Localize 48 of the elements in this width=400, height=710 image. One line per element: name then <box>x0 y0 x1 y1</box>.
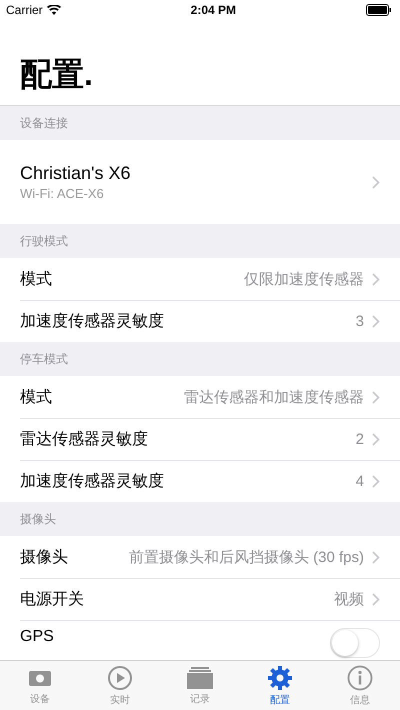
row-label: 电源开关 <box>20 590 84 610</box>
settings-row[interactable]: 加速度传感器灵敏度 4 <box>0 460 400 502</box>
row-label: 加速度传感器灵敏度 <box>20 312 164 332</box>
wifi-icon <box>46 5 61 15</box>
chevron-icon <box>372 390 380 404</box>
row-value: 3 <box>356 312 364 330</box>
row-label: GPS <box>20 628 54 646</box>
section-header: 行驶模式 <box>20 232 68 250</box>
row-value: 雷达传感器和加速度传感器 <box>184 388 364 406</box>
row-value: 视频 <box>334 590 364 608</box>
settings-row[interactable]: 雷达传感器灵敏度 2 <box>0 418 400 460</box>
row-value: 4 <box>356 472 364 490</box>
chevron-icon <box>372 176 380 188</box>
section-header: 摄像头 <box>20 510 56 528</box>
play-icon <box>107 664 133 690</box>
settings-icon <box>267 664 293 690</box>
battery-icon <box>366 4 392 16</box>
tab-item[interactable]: 配置 <box>240 661 320 710</box>
row-value: 2 <box>356 430 364 448</box>
settings-row[interactable]: 电源开关 视频 <box>0 578 400 620</box>
info-icon <box>347 664 373 690</box>
row-value: 仅限加速度传感器 <box>244 270 364 288</box>
chevron-icon <box>372 592 380 606</box>
device-row[interactable]: Christian's X6 Wi-Fi: ACE-X6 <box>0 140 400 224</box>
chevron-icon <box>372 314 380 328</box>
toggle-switch[interactable] <box>330 628 380 658</box>
chevron-icon <box>372 272 380 286</box>
page-title: 配置. <box>20 55 93 94</box>
carrier-label: Carrier <box>6 3 43 17</box>
device-subtitle: Wi-Fi: ACE-X6 <box>20 186 105 201</box>
chevron-icon <box>372 474 380 488</box>
row-label: 摄像头 <box>20 548 68 568</box>
chevron-icon <box>372 550 380 564</box>
section-header: 设备连接 <box>20 114 68 132</box>
row-label: 雷达传感器灵敏度 <box>20 430 148 450</box>
row-label: 模式 <box>20 270 52 290</box>
chevron-icon <box>372 432 380 446</box>
device-name: Christian's X6 <box>20 163 132 184</box>
settings-row[interactable]: 加速度传感器灵敏度 3 <box>0 300 400 342</box>
row-label: 加速度传感器灵敏度 <box>20 472 164 492</box>
status-time: 2:04 PM <box>190 3 236 17</box>
settings-row[interactable]: 模式 仅限加速度传感器 <box>0 258 400 300</box>
settings-row[interactable]: 模式 雷达传感器和加速度传感器 <box>0 376 400 418</box>
stack-icon <box>186 666 214 690</box>
row-value: 前置摄像头和后风挡摄像头 (30 fps) <box>128 548 364 566</box>
settings-row[interactable]: 摄像头 前置摄像头和后风挡摄像头 (30 fps) <box>0 536 400 578</box>
section-header: 停车模式 <box>20 350 68 368</box>
row-label: 模式 <box>20 388 52 408</box>
